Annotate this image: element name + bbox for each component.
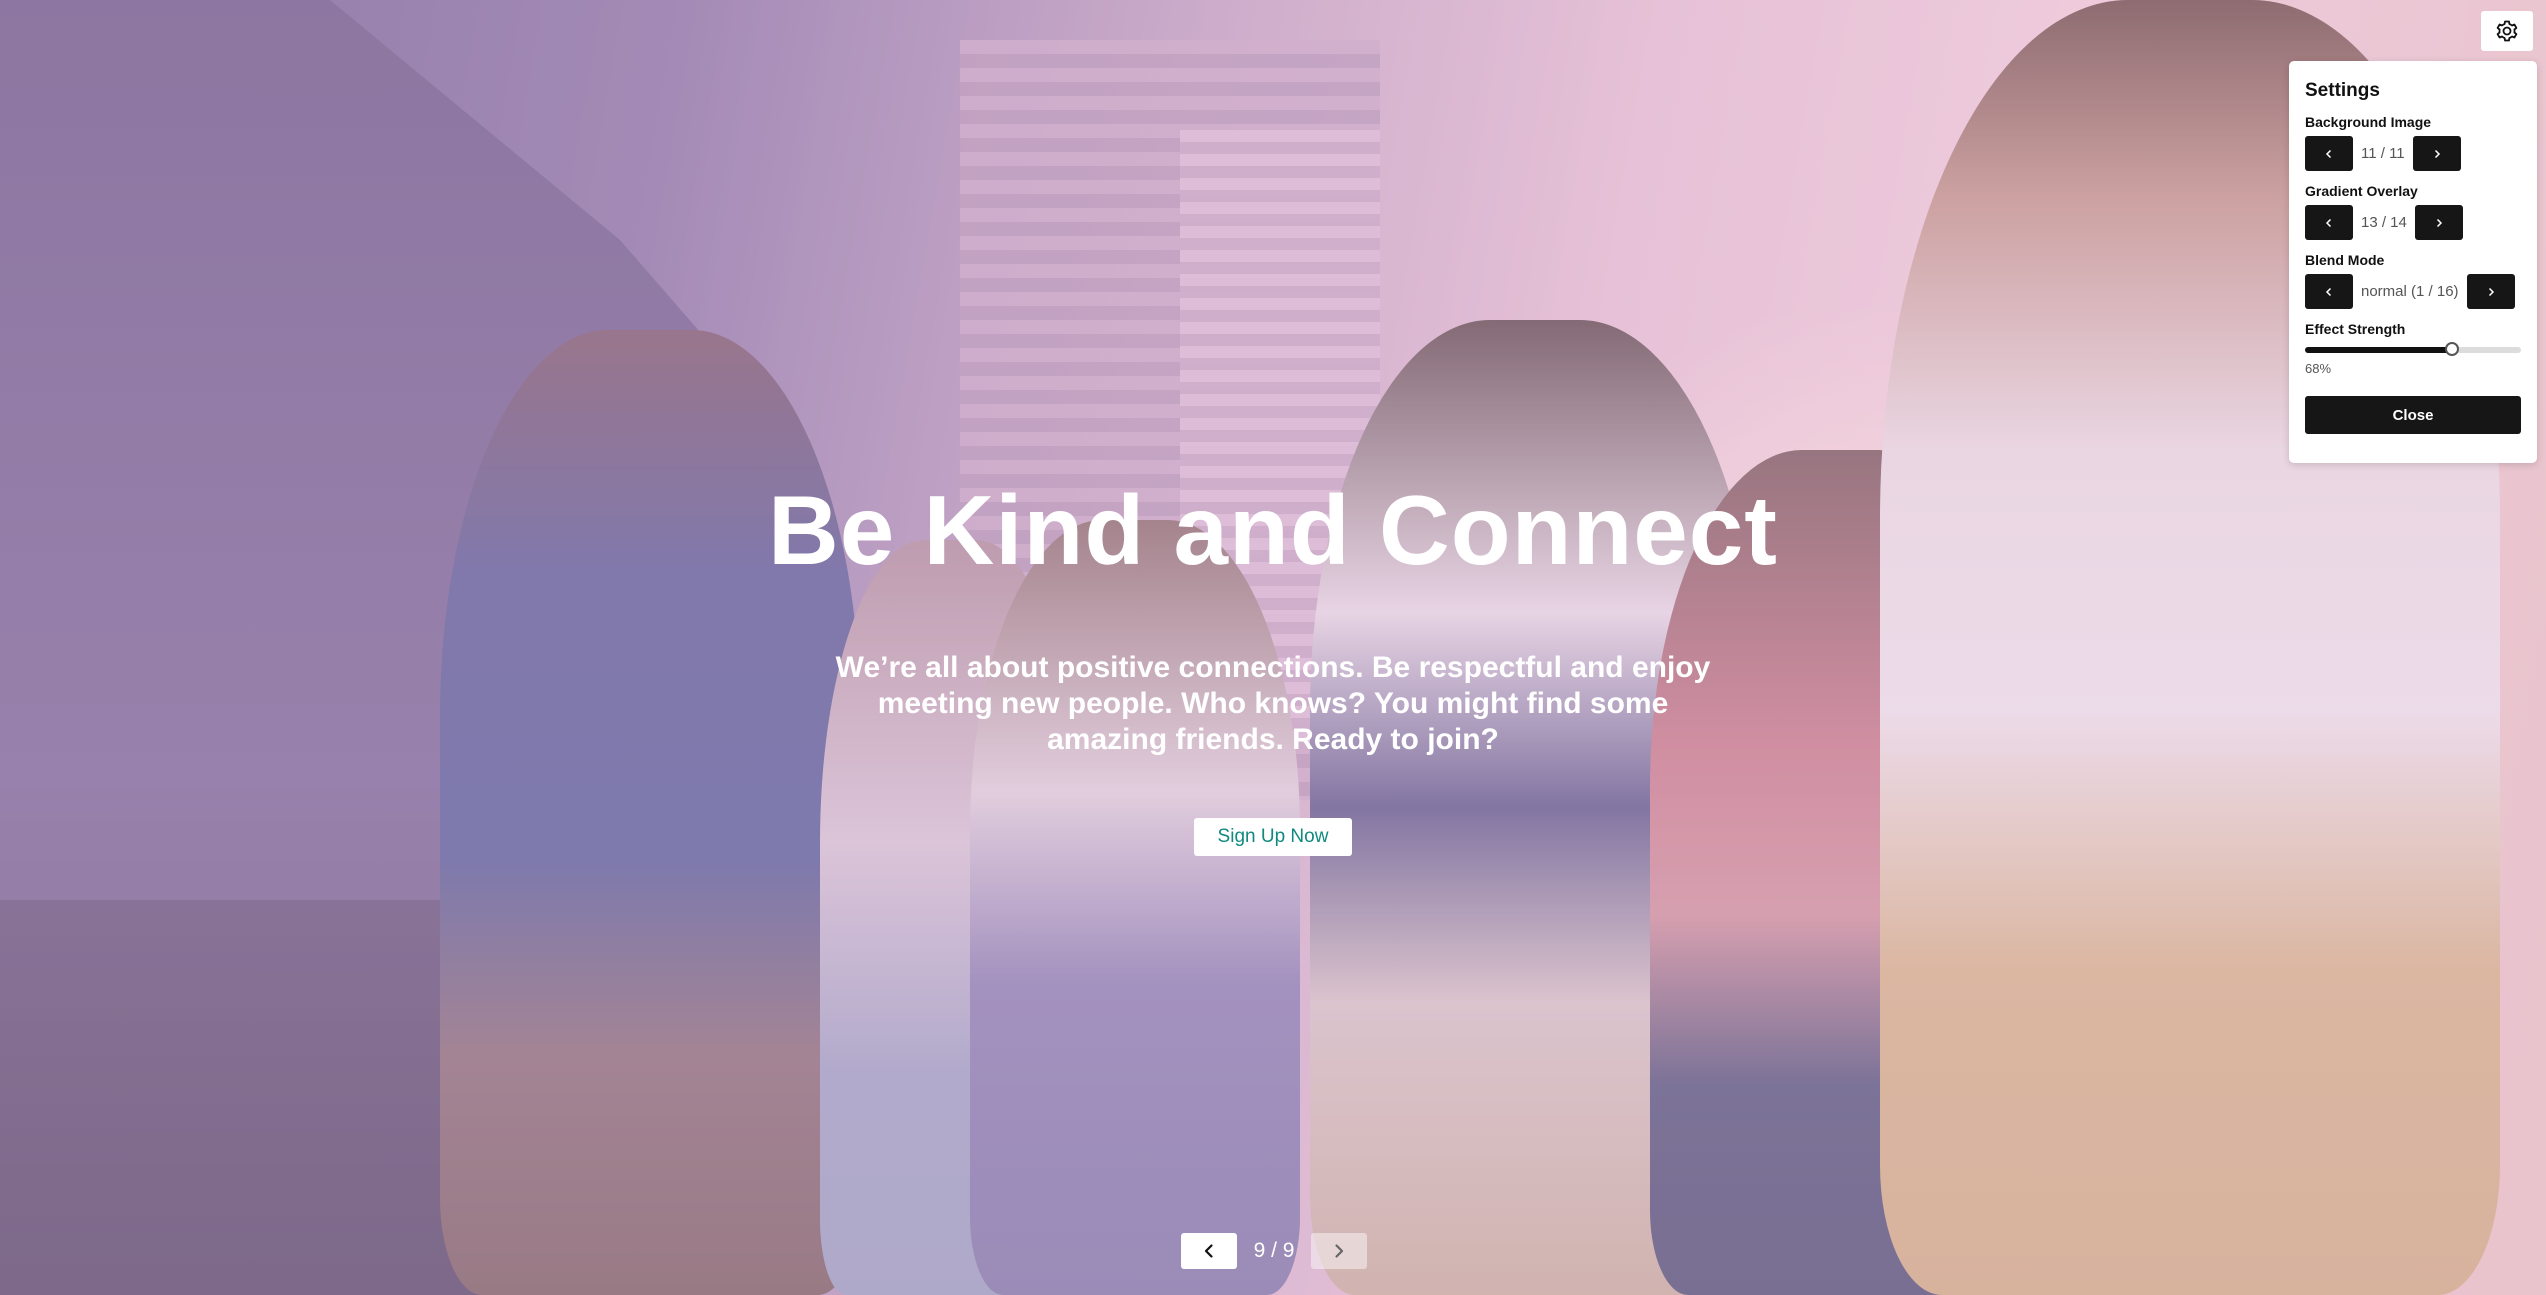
background-image-value: 11 / 11 (2361, 145, 2405, 162)
chevron-right-icon (2436, 218, 2442, 227)
hero-title: Be Kind and Connect (768, 475, 1778, 585)
chevron-right-icon (2488, 287, 2494, 296)
gradient-overlay-stepper: 13 / 14 (2305, 205, 2521, 240)
chevron-right-icon (1335, 1244, 1344, 1258)
gear-icon (2496, 20, 2518, 42)
gradient-overlay-label: Gradient Overlay (2305, 183, 2418, 199)
settings-title: Settings (2305, 80, 2380, 101)
effect-strength-fill (2305, 347, 2452, 353)
gradient-overlay-value: 13 / 14 (2361, 214, 2407, 231)
chevron-left-icon (2325, 149, 2332, 158)
background-image-label: Background Image (2305, 114, 2432, 130)
close-settings-button[interactable]: Close (2305, 396, 2521, 434)
blend-mode-label: Blend Mode (2305, 252, 2385, 268)
page: Be Kind and Connect We’re all about posi… (0, 0, 2546, 1295)
background-image-stepper: 11 / 11 (2305, 136, 2521, 171)
effect-strength-thumb[interactable] (2444, 342, 2459, 356)
previous-slide-button[interactable] (1181, 1233, 1237, 1269)
blend-mode-value: normal (1 / 16) (2361, 283, 2459, 300)
chevron-left-icon (2325, 287, 2332, 296)
gradient-overlay-prev-button[interactable] (2305, 205, 2353, 240)
chevron-left-icon (1204, 1244, 1213, 1258)
gradient-overlay-next-button[interactable] (2414, 205, 2463, 240)
settings-toggle-button[interactable] (2481, 11, 2533, 51)
effect-strength-slider[interactable] (2305, 342, 2521, 356)
chevron-right-icon (2434, 149, 2440, 158)
background-image-next-button[interactable] (2412, 136, 2461, 171)
next-slide-button[interactable] (1311, 1233, 1367, 1269)
settings-panel: Settings Background Image 11 / 11 Gradie… (2289, 61, 2537, 463)
hero-section: Be Kind and Connect We’re all about posi… (0, 470, 2546, 856)
blend-mode-prev-button[interactable] (2305, 274, 2353, 309)
slide-pager: 9 / 9 (1181, 1233, 1367, 1269)
chevron-left-icon (2325, 218, 2332, 227)
sign-up-button[interactable]: Sign Up Now (1193, 818, 1353, 856)
effect-strength-label: Effect Strength (2305, 321, 2406, 337)
slide-counter: 9 / 9 (1253, 1239, 1295, 1262)
blend-mode-stepper: normal (1 / 16) (2305, 274, 2521, 309)
background-image-prev-button[interactable] (2305, 136, 2353, 171)
effect-strength-value: 68% (2305, 361, 2332, 376)
hero-subtitle: We’re all about positive connections. Be… (835, 651, 1711, 756)
blend-mode-next-button[interactable] (2466, 274, 2515, 309)
